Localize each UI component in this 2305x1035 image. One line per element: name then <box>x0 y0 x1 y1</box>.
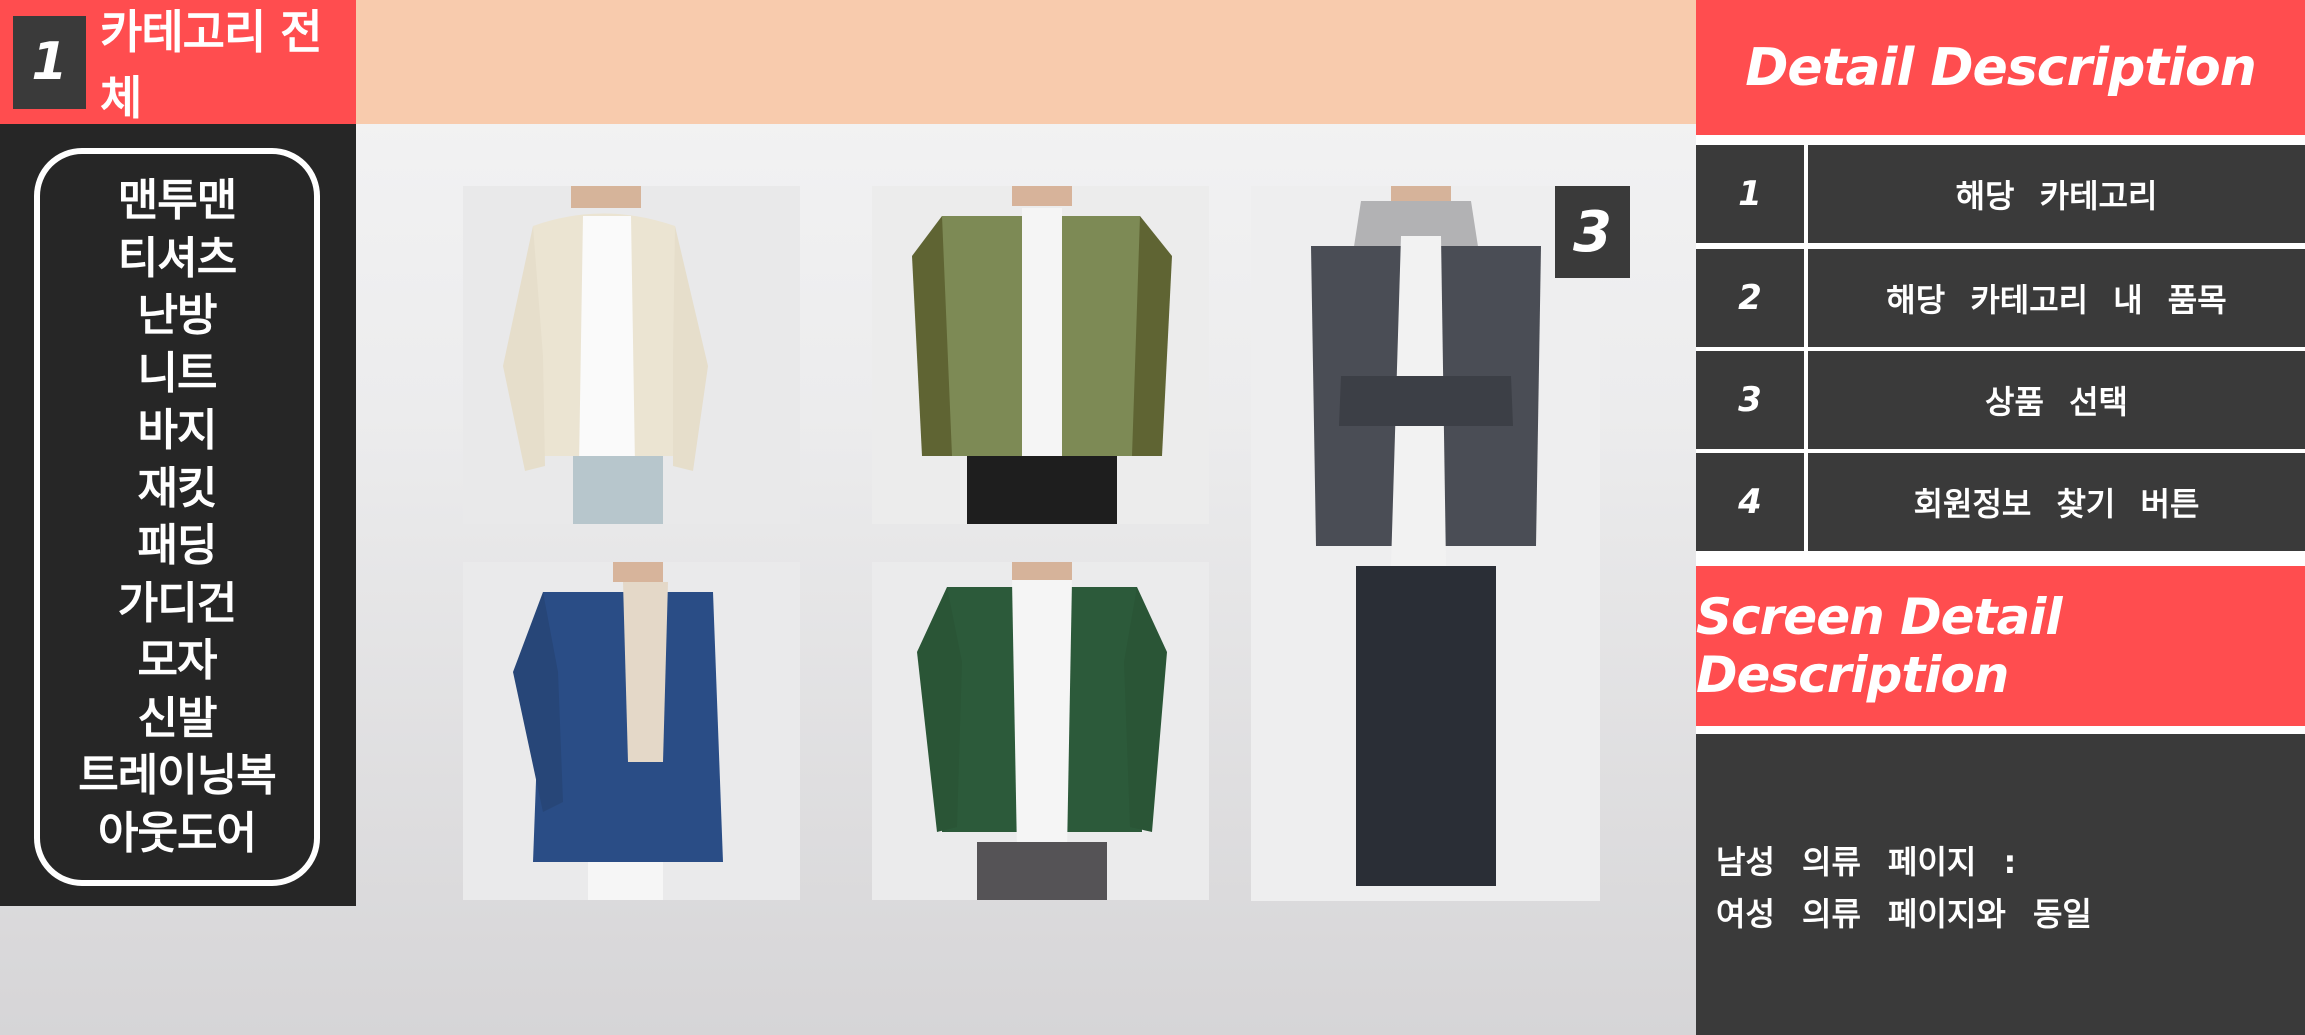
detail-row: 3 상품 선택 <box>1696 351 2305 449</box>
description-panel: Detail Description 1 해당 카테고리 2 해당 카테고리 내… <box>1696 0 2305 1035</box>
menu-item-training[interactable]: 트레이닝복 <box>78 747 276 805</box>
category-sidebar: 맨투맨 티셔츠 난방 니트 바지 재킷 패딩 가디건 모자 신발 트레이닝복 아… <box>0 124 356 906</box>
menu-item-knit[interactable]: 니트 <box>138 345 218 403</box>
selected-product-badge: 3 <box>1555 186 1630 278</box>
detail-row: 1 해당 카테고리 <box>1696 145 2305 243</box>
menu-item-outdoor[interactable]: 아웃도어 <box>98 805 257 863</box>
detail-description-title: Detail Description <box>1696 0 2305 135</box>
menu-item-hat[interactable]: 모자 <box>138 632 218 690</box>
screen-detail-line: 여성 의류 페이지와 동일 <box>1716 895 2092 933</box>
denim-jacket-illustration <box>1251 186 1600 901</box>
detail-row-number: 1 <box>1696 145 1804 243</box>
khaki-jacket-product-image[interactable] <box>872 186 1209 524</box>
cream-cardigan-illustration <box>463 186 800 524</box>
detail-row-description: 회원정보 찾기 버튼 <box>1808 453 2305 551</box>
top-banner <box>356 0 1696 124</box>
detail-row-description: 해당 카테고리 <box>1808 145 2305 243</box>
detail-row-description: 상품 선택 <box>1808 351 2305 449</box>
menu-item-pants[interactable]: 바지 <box>138 402 218 460</box>
detail-row-number: 4 <box>1696 453 1804 551</box>
menu-item-shirt[interactable]: 난방 <box>138 287 218 345</box>
menu-item-cardigan[interactable]: 가디건 <box>118 575 237 633</box>
denim-jacket-product-image[interactable] <box>1251 186 1600 901</box>
detail-row: 4 회원정보 찾기 버튼 <box>1696 453 2305 551</box>
navy-coat-product-image[interactable] <box>463 562 800 900</box>
screen-detail-line: 남성 의류 페이지 : <box>1716 843 2017 881</box>
screen-detail-description-title: Screen Detail Description <box>1696 566 2305 726</box>
detail-row-number: 2 <box>1696 249 1804 347</box>
navy-coat-illustration <box>463 562 800 900</box>
green-cardigan-illustration <box>872 562 1209 900</box>
category-number-badge: 1 <box>13 15 87 109</box>
screen-detail-description-body: 남성 의류 페이지 : 여성 의류 페이지와 동일 <box>1696 734 2305 1035</box>
menu-item-sweatshirt[interactable]: 맨투맨 <box>118 172 237 230</box>
menu-item-tshirt[interactable]: 티셔츠 <box>118 230 237 288</box>
green-cardigan-product-image[interactable] <box>872 562 1209 900</box>
menu-item-jacket[interactable]: 재킷 <box>138 460 218 518</box>
detail-row-description: 해당 카테고리 내 품목 <box>1808 249 2305 347</box>
category-header: 1 카테고리 전체 <box>0 0 356 125</box>
category-menu: 맨투맨 티셔츠 난방 니트 바지 재킷 패딩 가디건 모자 신발 트레이닝복 아… <box>34 148 320 886</box>
khaki-jacket-illustration <box>872 186 1209 524</box>
category-title[interactable]: 카테고리 전체 <box>100 0 356 128</box>
menu-item-padding[interactable]: 패딩 <box>138 517 218 575</box>
detail-row: 2 해당 카테고리 내 품목 <box>1696 249 2305 347</box>
detail-row-number: 3 <box>1696 351 1804 449</box>
menu-item-shoes[interactable]: 신발 <box>138 690 218 748</box>
cream-cardigan-product-image[interactable] <box>463 186 800 524</box>
